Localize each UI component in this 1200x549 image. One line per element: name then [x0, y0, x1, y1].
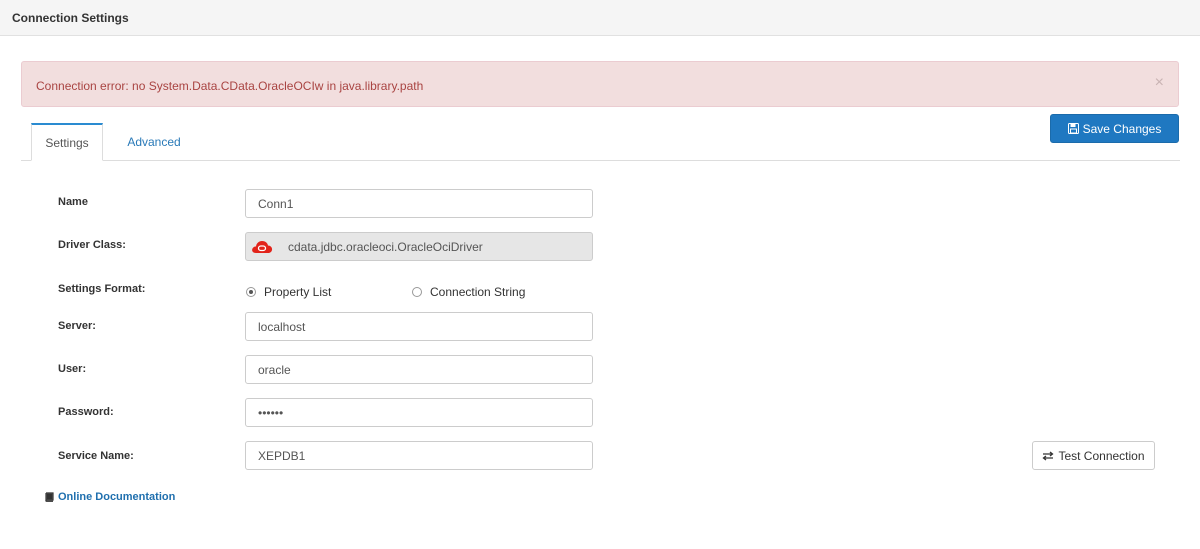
name-label: Name	[58, 196, 88, 208]
page-title: Connection Settings	[12, 11, 129, 25]
page-header: Connection Settings	[0, 0, 1200, 36]
server-input[interactable]: localhost	[245, 312, 593, 341]
settings-format-label: Settings Format:	[58, 283, 146, 295]
online-documentation-label: Online Documentation	[58, 491, 176, 503]
settings-tabs: Settings Advanced	[21, 123, 1180, 161]
online-documentation-link[interactable]: Online Documentation	[44, 491, 175, 503]
driver-class-field: cdata.jdbc.oracleoci.OracleOciDriver	[245, 232, 593, 261]
user-input[interactable]: oracle	[245, 355, 593, 384]
password-input[interactable]: ••••••	[245, 398, 593, 427]
connection-string-label: Connection String	[430, 285, 526, 299]
radio-unchecked-icon	[412, 287, 422, 297]
oracle-cloud-icon	[246, 233, 278, 260]
test-connection-label: Test Connection	[1058, 448, 1145, 463]
name-input[interactable]: Conn1	[245, 189, 593, 218]
service-name-label: Service Name:	[58, 450, 134, 462]
close-icon[interactable]: ×	[1155, 75, 1164, 91]
save-changes-button[interactable]: Save Changes	[1050, 114, 1179, 143]
property-list-label: Property List	[264, 285, 332, 299]
service-name-input[interactable]: XEPDB1	[245, 441, 593, 470]
server-label: Server:	[58, 320, 96, 332]
driver-class-label: Driver Class:	[58, 239, 126, 251]
connection-string-radio[interactable]: Connection String	[412, 285, 525, 299]
book-icon	[45, 492, 54, 502]
save-icon	[1067, 123, 1079, 134]
error-alert-message: Connection error: no System.Data.CData.O…	[36, 79, 424, 93]
tab-advanced[interactable]: Advanced	[117, 123, 191, 161]
exchange-icon	[1042, 450, 1055, 461]
save-changes-label: Save Changes	[1082, 121, 1162, 136]
radio-checked-icon	[246, 287, 256, 297]
property-list-radio[interactable]: Property List	[246, 285, 331, 299]
driver-class-value: cdata.jdbc.oracleoci.OracleOciDriver	[288, 239, 483, 254]
user-label: User:	[58, 363, 87, 375]
password-label: Password:	[58, 406, 114, 418]
test-connection-button[interactable]: Test Connection	[1032, 441, 1155, 470]
tab-settings[interactable]: Settings	[31, 123, 103, 161]
error-alert: Connection error: no System.Data.CData.O…	[21, 61, 1179, 107]
